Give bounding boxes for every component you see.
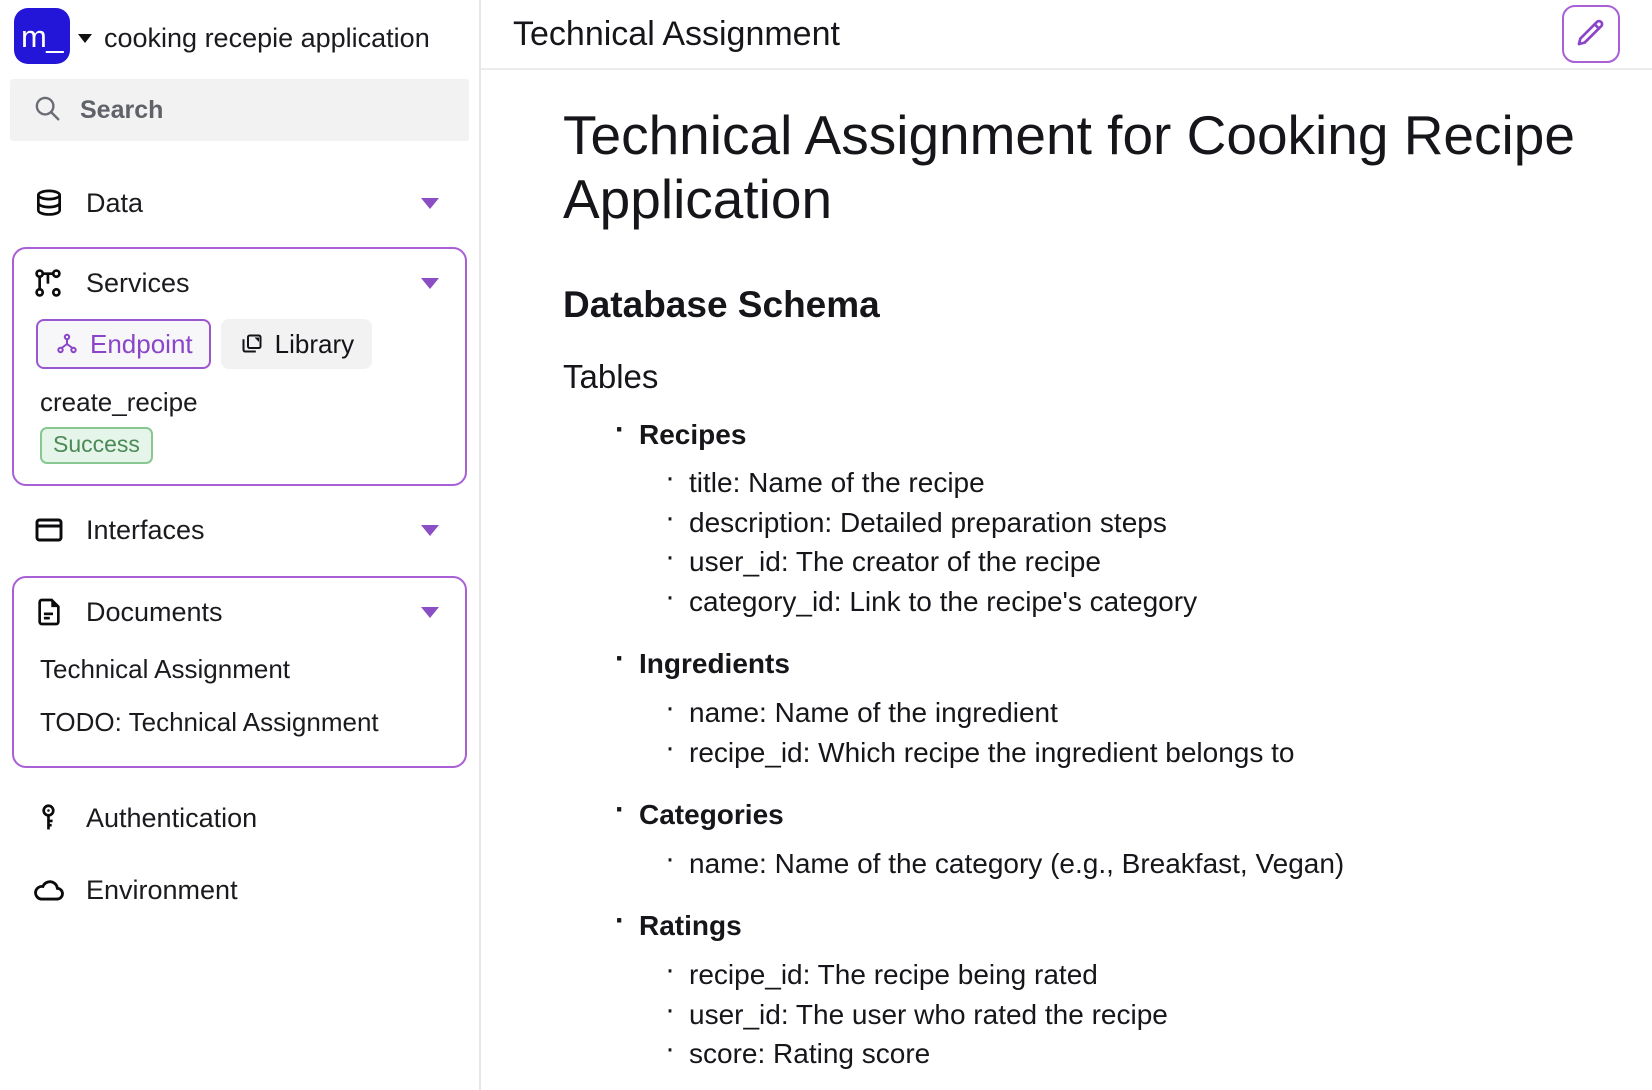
main-content: Technical Assignment Technical Assignmen…	[481, 0, 1652, 1090]
project-name[interactable]: cooking recepie application	[104, 23, 430, 54]
field-item: description: Detailed preparation steps	[661, 497, 1652, 542]
services-node-icon	[32, 266, 66, 300]
field-item: title: Name of the recipe	[661, 457, 1652, 502]
sidebar-item-label: Authentication	[86, 802, 258, 833]
table-name: Categories	[611, 790, 1652, 834]
services-tab-group: Endpoint Library	[14, 317, 465, 369]
page-title: Technical Assignment	[513, 14, 840, 53]
key-icon	[32, 801, 66, 835]
field-list: title: Name of the recipe description: D…	[611, 457, 1652, 621]
window-icon	[32, 513, 66, 547]
app-root: m_ cooking recepie application Search Da…	[0, 0, 1652, 1090]
status-badge: Success	[40, 427, 153, 464]
subsection-heading-tables: Tables	[563, 357, 659, 395]
chevron-down-icon[interactable]	[78, 33, 92, 43]
nav-group-authentication: Authentication	[12, 782, 467, 854]
nav-group-data: Data	[12, 167, 467, 239]
sidebar-item-interfaces[interactable]: Interfaces	[14, 496, 465, 564]
section-heading-database-schema: Database Schema	[563, 283, 880, 325]
table-entry: Recipes title: Name of the recipe descri…	[611, 410, 1652, 622]
field-item: recipe_id: Which recipe the ingredient b…	[661, 726, 1652, 772]
sidebar-item-documents[interactable]: Documents	[14, 578, 465, 646]
field-item: category_id: Link to the recipe's catego…	[661, 576, 1652, 621]
pencil-edit-icon	[1574, 15, 1608, 54]
table-name: Ratings	[611, 901, 1652, 945]
search-input[interactable]: Search	[10, 79, 469, 141]
nav-group-documents: Documents Technical Assignment TODO: Tec…	[12, 576, 467, 768]
sidebar-item-environment[interactable]: Environment	[14, 856, 465, 924]
sidebar: m_ cooking recepie application Search Da…	[0, 0, 481, 1090]
brand-row: m_ cooking recepie application	[0, 0, 479, 76]
field-item: name: Name of the category (e.g., Breakf…	[661, 838, 1652, 883]
sidebar-item-services[interactable]: Services	[14, 249, 465, 317]
endpoint-share-icon	[54, 331, 80, 357]
field-item: recipe_id: The recipe being rated	[661, 949, 1652, 994]
sidebar-item-label: Interfaces	[86, 514, 205, 545]
tables-list: Recipes title: Name of the recipe descri…	[563, 410, 1652, 1088]
field-item: user_id: The creator of the recipe	[661, 536, 1652, 581]
document-list-item[interactable]: Technical Assignment	[14, 646, 465, 693]
chevron-down-icon[interactable]	[421, 277, 439, 289]
document-title-line-2: Application	[563, 167, 833, 230]
topbar: Technical Assignment	[481, 0, 1652, 70]
tab-library[interactable]: Library	[220, 319, 373, 369]
field-item: score: Rating score	[661, 1028, 1652, 1073]
field-item: user_id: The user who rated the recipe	[661, 988, 1652, 1034]
tab-label: Endpoint	[90, 328, 193, 359]
tab-label: Library	[274, 328, 355, 359]
sidebar-item-label: Services	[86, 267, 190, 298]
library-copy-icon	[239, 331, 265, 357]
table-entry: Ingredients name: Name of the ingredient…	[611, 639, 1652, 772]
table-name: Ingredients	[611, 639, 1652, 683]
sidebar-item-label: Data	[86, 187, 144, 218]
field-item: name: Name of the ingredient	[661, 687, 1652, 732]
sidebar-item-authentication[interactable]: Authentication	[14, 784, 465, 852]
field-list: recipe_id: The recipe being rated user_i…	[611, 949, 1652, 1073]
document-list-item[interactable]: TODO: Technical Assignment	[14, 693, 465, 746]
document-icon	[32, 595, 66, 629]
field-list: name: Name of the category (e.g., Breakf…	[611, 838, 1652, 883]
cloud-icon	[32, 873, 66, 907]
edit-document-button[interactable]	[1562, 5, 1620, 63]
chevron-down-icon[interactable]	[421, 606, 439, 618]
search-icon	[32, 93, 62, 128]
chevron-down-icon[interactable]	[421, 524, 439, 536]
field-list: name: Name of the ingredient recipe_id: …	[611, 687, 1652, 772]
app-logo[interactable]: m_	[14, 8, 70, 64]
tab-endpoint[interactable]: Endpoint	[36, 319, 211, 369]
sidebar-item-label: Environment	[86, 874, 238, 905]
endpoint-list-item[interactable]: create_recipe Success	[14, 369, 465, 464]
endpoint-name: create_recipe	[40, 387, 198, 417]
table-entry: Categories name: Name of the category (e…	[611, 790, 1652, 883]
search-placeholder: Search	[80, 95, 164, 124]
chevron-down-icon[interactable]	[421, 197, 439, 209]
database-icon	[32, 186, 66, 220]
sidebar-item-data[interactable]: Data	[14, 169, 465, 237]
nav-group-interfaces: Interfaces	[12, 494, 467, 566]
nav-group-services: Services Endpoint Library create_recipe …	[12, 247, 467, 486]
sidebar-nav: Data Services Endpoint Library create_re…	[0, 167, 479, 926]
table-entry: Ratings recipe_id: The recipe being rate…	[611, 901, 1652, 1073]
sidebar-item-label: Documents	[86, 596, 223, 627]
document-title-line-1: Technical Assignment for Cooking Recipe	[563, 104, 1575, 166]
document-body[interactable]: Technical Assignment for Cooking Recipe …	[481, 70, 1652, 1088]
table-name: Recipes	[611, 410, 1652, 454]
document-heading-1: Technical Assignment for Cooking Recipe …	[563, 104, 1652, 232]
nav-group-environment: Environment	[12, 854, 467, 926]
